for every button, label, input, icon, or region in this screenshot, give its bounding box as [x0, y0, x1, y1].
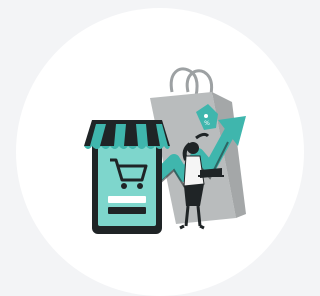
- icon-tile: %: [0, 0, 318, 296]
- phone-storefront-icon: [84, 120, 170, 234]
- ecommerce-illustration: %: [84, 67, 246, 234]
- svg-text:%: %: [204, 120, 210, 127]
